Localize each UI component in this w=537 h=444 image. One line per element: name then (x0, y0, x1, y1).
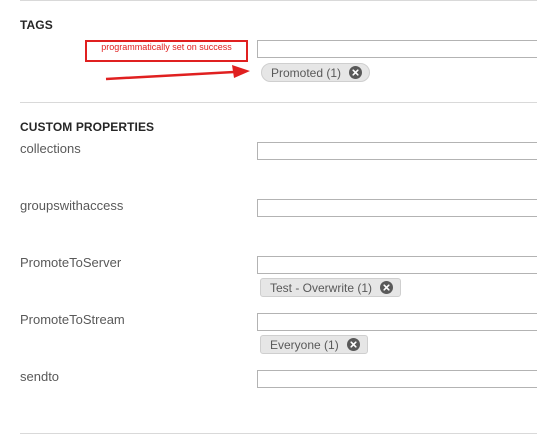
tag-chip-label: Promoted (1) (271, 65, 342, 80)
annotation-callout: programmatically set on success (85, 40, 248, 62)
section-divider (20, 102, 537, 103)
annotation-text: programmatically set on success (101, 42, 232, 52)
server-chip-test-overwrite: Test - Overwrite (1) (260, 278, 402, 297)
property-label-collections: collections (20, 141, 81, 156)
sendto-input[interactable] (257, 370, 537, 388)
property-label-promotetoserver: PromoteToServer (20, 255, 122, 270)
property-label-groupswithaccess: groupswithaccess (20, 198, 124, 213)
tags-section-title: TAGS (20, 18, 53, 32)
groupswithaccess-input[interactable] (257, 199, 537, 217)
stream-chip-label: Everyone (1) (270, 337, 339, 352)
close-circle-icon[interactable] (349, 66, 363, 79)
properties-panel: TAGS Promoted (1) programmatically set o… (0, 0, 537, 444)
collections-input[interactable] (257, 142, 537, 160)
bottom-divider (20, 433, 537, 434)
promotetoserver-input[interactable] (257, 256, 537, 274)
server-chip-label: Test - Overwrite (1) (270, 280, 373, 295)
property-label-sendto: sendto (20, 369, 60, 384)
custom-properties-section-title: CUSTOM PROPERTIES (20, 120, 155, 134)
tag-chip-promoted: Promoted (1) (261, 63, 371, 82)
top-divider (20, 0, 537, 1)
promotetostream-input[interactable] (257, 313, 537, 331)
close-circle-icon[interactable] (380, 281, 394, 294)
annotation-arrow-icon (105, 65, 250, 81)
property-label-promotetostream: PromoteToStream (20, 312, 125, 327)
stream-chip-everyone: Everyone (1) (260, 335, 368, 354)
close-circle-icon[interactable] (346, 338, 360, 351)
tags-input[interactable] (257, 40, 537, 58)
